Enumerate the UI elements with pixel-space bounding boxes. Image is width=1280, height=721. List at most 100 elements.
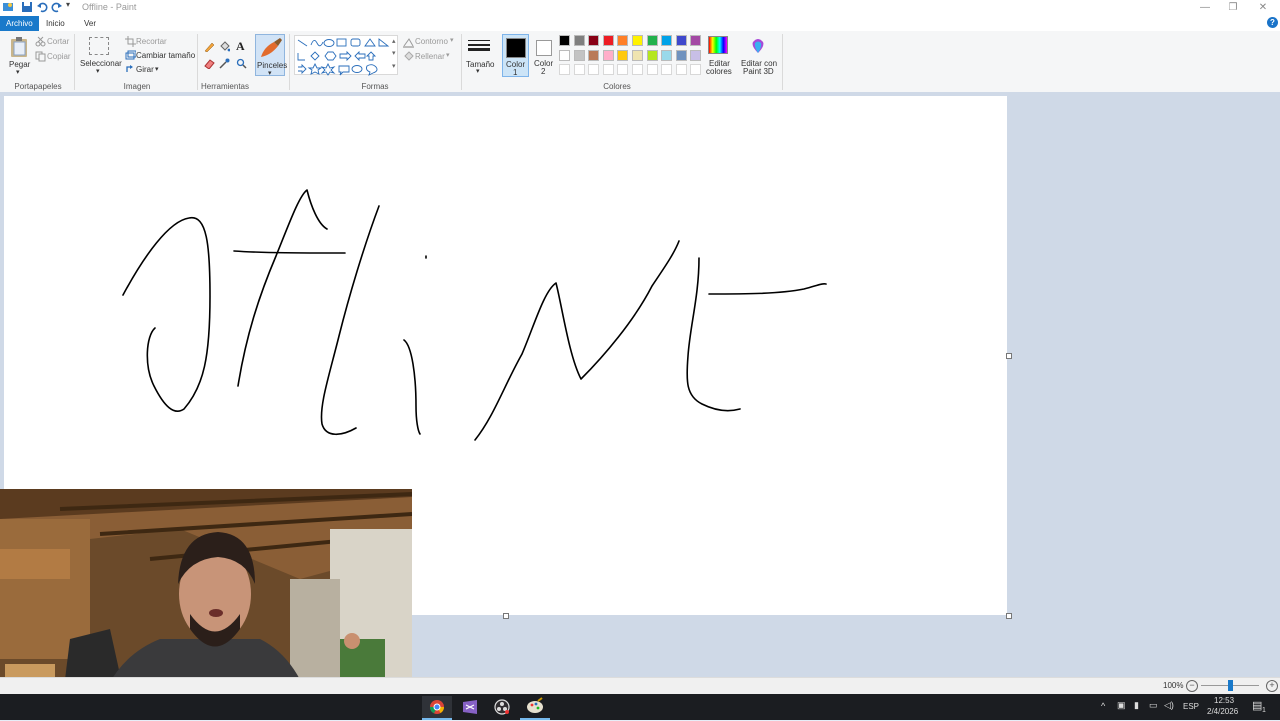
palette-color-swatch[interactable] <box>675 35 687 46</box>
crop-icon[interactable] <box>125 36 136 47</box>
palette-color-swatch[interactable] <box>661 49 673 61</box>
palette-custom-color-slot[interactable] <box>646 64 658 75</box>
rotate-dropdown-icon[interactable]: ▾ <box>155 65 159 73</box>
palette-color-swatch[interactable] <box>602 49 614 61</box>
canvas-resize-handle-right[interactable] <box>1006 353 1012 359</box>
palette-custom-color-slot[interactable] <box>588 64 600 75</box>
fill-button-label[interactable]: Rellenar <box>415 52 445 61</box>
size-dropdown-icon[interactable]: ▾ <box>476 67 480 75</box>
rotate-button-label[interactable]: Girar <box>136 65 154 74</box>
obs-taskbar-icon[interactable] <box>487 696 517 720</box>
zoom-out-icon[interactable]: − <box>1186 680 1198 692</box>
paint3d-icon[interactable] <box>751 38 765 54</box>
edit-colors-label-line2[interactable]: colores <box>706 67 732 76</box>
brushes-button[interactable]: Pinceles ▾ <box>255 34 287 77</box>
volume-icon[interactable]: ◁) <box>1164 700 1174 711</box>
pencil-icon[interactable] <box>204 41 215 53</box>
palette-color-swatch[interactable] <box>617 49 629 61</box>
palette-custom-color-slot[interactable] <box>675 64 687 75</box>
help-icon[interactable]: ? <box>1267 17 1278 28</box>
outline-dropdown-icon[interactable]: ▾ <box>450 36 454 44</box>
outline-button-label[interactable]: Contorno <box>415 37 448 46</box>
cut-icon[interactable] <box>35 36 46 47</box>
copy-button-label[interactable]: Copiar <box>47 52 71 61</box>
select-icon[interactable] <box>89 37 109 55</box>
notifications-icon[interactable]: ▤ <box>1252 699 1262 712</box>
palette-custom-color-slot[interactable] <box>690 64 702 75</box>
color2-button[interactable]: Color 2 <box>531 34 558 77</box>
resize-icon[interactable] <box>125 50 137 61</box>
palette-color-swatch[interactable] <box>690 49 702 61</box>
save-icon[interactable] <box>21 1 33 16</box>
paste-icon[interactable] <box>8 36 30 58</box>
paste-dropdown-icon[interactable]: ▾ <box>16 68 20 76</box>
edit-colors-icon[interactable] <box>708 36 728 54</box>
shapes-scroll-down-icon[interactable]: ▾ <box>392 49 396 57</box>
language-indicator[interactable]: ESP <box>1183 702 1199 711</box>
shapes-more-icon[interactable]: ▾ <box>392 62 396 70</box>
eraser-icon[interactable] <box>204 58 215 70</box>
palette-custom-color-slot[interactable] <box>573 64 585 75</box>
palette-color-swatch[interactable] <box>559 49 570 61</box>
clock-date[interactable]: 2/4/2026 <box>1207 707 1238 716</box>
paint3d-label-line2[interactable]: Paint 3D <box>743 67 774 76</box>
close-button[interactable]: ✕ <box>1249 0 1277 16</box>
palette-custom-color-slot[interactable] <box>661 64 673 75</box>
palette-custom-color-slot[interactable] <box>602 64 614 75</box>
tab-home[interactable]: Inicio <box>40 16 71 31</box>
palette-color-swatch[interactable] <box>690 35 702 46</box>
fill-dropdown-icon[interactable]: ▾ <box>446 51 450 59</box>
cut-button-label[interactable]: Cortar <box>47 37 69 46</box>
show-hidden-icons-icon[interactable]: ^ <box>1101 701 1105 711</box>
palette-color-swatch[interactable] <box>617 35 629 46</box>
zoom-slider-thumb[interactable] <box>1228 680 1233 691</box>
microphone-icon[interactable]: ▮ <box>1134 700 1139 711</box>
maximize-button[interactable]: ❐ <box>1219 0 1247 16</box>
paint-taskbar-icon[interactable] <box>520 696 550 720</box>
text-tool-icon[interactable]: A <box>236 39 245 54</box>
color1-button[interactable]: Color 1 <box>502 34 529 77</box>
palette-color-swatch[interactable] <box>573 49 585 61</box>
crop-button-label[interactable]: Recortar <box>136 37 167 46</box>
resize-button-label[interactable]: Cambiar tamaño <box>136 51 195 60</box>
palette-color-swatch[interactable] <box>646 35 658 46</box>
palette-color-swatch[interactable] <box>646 49 658 61</box>
clock-time[interactable]: 12:53 <box>1214 696 1234 705</box>
redo-icon[interactable] <box>51 1 63 16</box>
network-icon[interactable]: ▭ <box>1149 700 1158 711</box>
select-button-label[interactable]: Seleccionar <box>80 59 122 68</box>
canvas-resize-handle-bottom[interactable] <box>503 613 509 619</box>
outline-icon[interactable] <box>403 37 414 48</box>
chrome-taskbar-icon[interactable] <box>422 696 452 720</box>
zoom-in-icon[interactable]: + <box>1266 680 1278 692</box>
palette-color-swatch[interactable] <box>559 35 570 46</box>
size-icon[interactable] <box>468 39 490 53</box>
color-picker-icon[interactable] <box>219 58 230 69</box>
minimize-button[interactable]: — <box>1191 0 1219 16</box>
fill-icon[interactable] <box>403 51 414 62</box>
rotate-icon[interactable] <box>125 64 136 75</box>
palette-color-swatch[interactable] <box>632 49 643 61</box>
palette-color-swatch[interactable] <box>573 35 585 46</box>
tab-view[interactable]: Ver <box>78 16 102 31</box>
select-dropdown-icon[interactable]: ▾ <box>96 67 100 75</box>
copy-icon[interactable] <box>35 51 46 62</box>
paste-button-label[interactable]: Pegar <box>9 60 30 69</box>
canvas-resize-handle-corner[interactable] <box>1006 613 1012 619</box>
magnifier-icon[interactable] <box>236 58 247 69</box>
customize-quick-access-icon[interactable]: ▾ <box>66 0 70 9</box>
palette-custom-color-slot[interactable] <box>559 64 570 75</box>
fill-bucket-icon[interactable] <box>219 41 231 52</box>
palette-color-swatch[interactable] <box>588 49 600 61</box>
undo-icon[interactable] <box>36 1 48 16</box>
palette-color-swatch[interactable] <box>588 35 600 46</box>
visual-studio-taskbar-icon[interactable] <box>455 696 485 720</box>
palette-custom-color-slot[interactable] <box>617 64 629 75</box>
shapes-gallery[interactable] <box>294 35 398 76</box>
tab-file[interactable]: Archivo <box>0 16 39 31</box>
palette-color-swatch[interactable] <box>602 35 614 46</box>
shapes-scroll-up-icon[interactable]: ▴ <box>392 37 396 45</box>
palette-custom-color-slot[interactable] <box>632 64 643 75</box>
palette-color-swatch[interactable] <box>661 35 673 46</box>
size-button-label[interactable]: Tamaño <box>466 60 494 69</box>
